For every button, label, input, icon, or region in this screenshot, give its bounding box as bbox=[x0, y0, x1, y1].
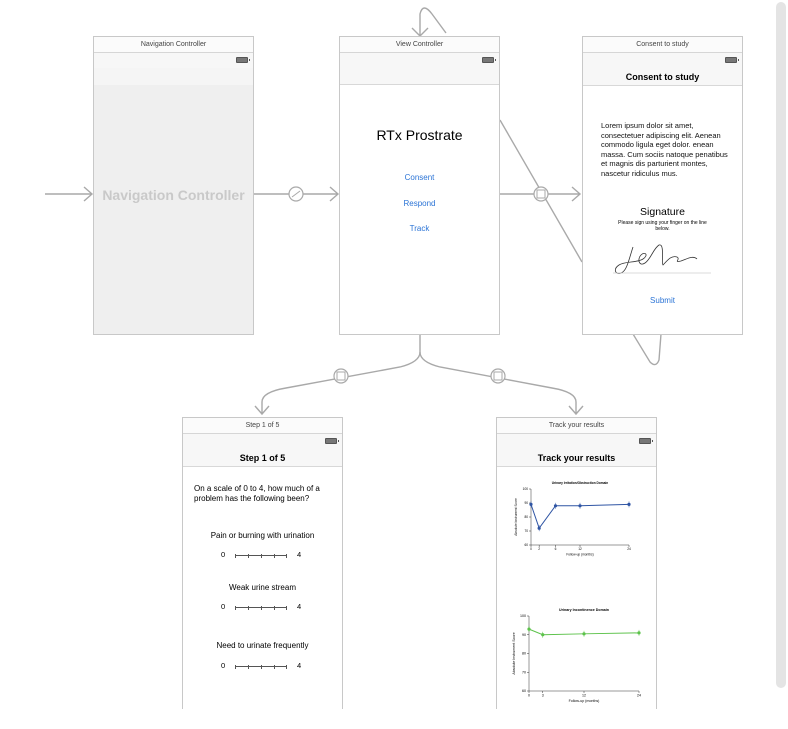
track-scene[interactable]: Track your results Track your results Ur… bbox=[496, 417, 657, 709]
status-bar bbox=[583, 53, 742, 68]
y-axis-label: Absolute Instrument Score bbox=[514, 498, 518, 536]
battery-icon bbox=[325, 438, 339, 444]
x-tick-label: 6 bbox=[555, 547, 557, 551]
vertical-scrollbar[interactable] bbox=[776, 2, 786, 688]
x-tick-label: 24 bbox=[627, 547, 631, 551]
navigation-bar bbox=[340, 68, 499, 85]
y-tick-label: 80 bbox=[524, 515, 528, 519]
navigation-bar-title: Step 1 of 5 bbox=[183, 449, 342, 467]
y-tick-label: 90 bbox=[524, 501, 528, 505]
scale-slider[interactable]: 0 4 bbox=[183, 602, 342, 612]
battery-icon bbox=[482, 57, 496, 63]
data-point bbox=[537, 526, 541, 530]
step-item-label: Need to urinate frequently bbox=[216, 641, 309, 650]
battery-icon bbox=[725, 57, 739, 63]
placeholder-area bbox=[94, 85, 253, 334]
slider-max-label: 4 bbox=[297, 661, 302, 670]
data-point bbox=[553, 504, 558, 508]
signature-hint: Please sign using your finger on the lin… bbox=[618, 220, 707, 232]
data-point bbox=[627, 502, 631, 506]
scale-slider[interactable]: 0 4 bbox=[183, 661, 342, 671]
view-controller-scene[interactable]: View Controller RTx Prostrate Consent Re… bbox=[339, 36, 500, 335]
question-text: On a scale of 0 to 4, how much of a prob… bbox=[194, 484, 320, 503]
loop-segue-top bbox=[411, 7, 447, 37]
step-scene[interactable]: Step 1 of 5 Step 1 of 5 On a scale of 0 … bbox=[182, 417, 343, 709]
app-title: RTx Prostrate bbox=[376, 127, 463, 143]
incontinence-chart: Urinary Incontinence Domain 60 70 80 90 100 0 3… bbox=[512, 608, 641, 703]
navigation-bar bbox=[94, 68, 253, 86]
scene-title: View Controller bbox=[340, 37, 499, 53]
x-axis-label: Follow-up (months) bbox=[569, 699, 600, 703]
scale-slider[interactable]: 0 4 bbox=[183, 550, 342, 560]
slider-min-label: 0 bbox=[221, 602, 226, 611]
data-point bbox=[582, 632, 586, 636]
step-item-label: Pain or burning with urination bbox=[210, 531, 315, 540]
signature-pad[interactable] bbox=[611, 237, 716, 277]
x-tick-label: 24 bbox=[637, 694, 641, 698]
scene-title: Track your results bbox=[497, 418, 656, 434]
track-segue bbox=[419, 351, 584, 416]
status-bar bbox=[94, 53, 253, 68]
x-axis-label: Follow-up (months) bbox=[566, 552, 593, 556]
data-point bbox=[578, 504, 582, 508]
y-tick-label: 70 bbox=[524, 529, 528, 533]
chart-title: Urinary Incontinence Domain bbox=[559, 608, 609, 612]
y-tick-label: 60 bbox=[524, 543, 528, 547]
slider-max-label: 4 bbox=[297, 602, 302, 611]
slider-max-label: 4 bbox=[297, 550, 302, 559]
scene-title: Step 1 of 5 bbox=[183, 418, 342, 434]
slider-min-label: 0 bbox=[221, 550, 226, 559]
y-tick-label: 90 bbox=[522, 633, 526, 637]
track-segue-icon bbox=[490, 368, 506, 384]
x-tick-label: 0 bbox=[528, 694, 530, 698]
y-tick-label: 60 bbox=[522, 689, 526, 693]
consent-button[interactable]: Consent bbox=[340, 173, 499, 182]
scene-title: Navigation Controller bbox=[94, 37, 253, 53]
navigation-bar-title: Consent to study bbox=[583, 68, 742, 86]
consent-body-text: Lorem ipsum dolor sit amet, consectetuer… bbox=[601, 121, 728, 178]
x-tick-label: 12 bbox=[582, 694, 586, 698]
x-tick-label: 0 bbox=[530, 547, 532, 551]
navigation-controller-scene[interactable]: Navigation Controller Navigation Control… bbox=[93, 36, 254, 335]
status-bar bbox=[340, 53, 499, 68]
irritation-chart: Urinary Irritation/Obstruction Domain607… bbox=[514, 481, 631, 556]
status-bar bbox=[497, 434, 656, 449]
data-point bbox=[541, 633, 545, 637]
step-item-label: Weak urine stream bbox=[229, 583, 296, 592]
track-button[interactable]: Track bbox=[340, 224, 499, 233]
entry-arrow bbox=[45, 186, 94, 202]
step-segue-icon bbox=[333, 368, 349, 384]
chart-title: Urinary Irritation/Obstruction Domain bbox=[552, 481, 609, 485]
x-tick-label: 2 bbox=[538, 547, 540, 551]
slider-min-label: 0 bbox=[221, 661, 226, 670]
y-tick-label: 80 bbox=[522, 652, 526, 656]
battery-icon bbox=[639, 438, 653, 444]
consent-scene[interactable]: Consent to study Consent to study Lorem … bbox=[582, 36, 743, 335]
x-tick-label: 12 bbox=[578, 547, 582, 551]
data-point bbox=[527, 627, 531, 631]
x-tick-label: 3 bbox=[542, 694, 544, 698]
navigation-controller-label: Navigation Controller bbox=[102, 187, 245, 203]
data-point bbox=[529, 502, 533, 506]
y-tick-label: 70 bbox=[522, 670, 526, 674]
y-tick-label: 100 bbox=[523, 487, 529, 491]
signature-title: Signature bbox=[640, 206, 685, 218]
y-tick-label: 100 bbox=[520, 614, 526, 618]
scene-title: Consent to study bbox=[583, 37, 742, 53]
respond-button[interactable]: Respond bbox=[340, 199, 499, 208]
navigation-bar-title: Track your results bbox=[497, 449, 656, 467]
submit-button[interactable]: Submit bbox=[583, 296, 742, 305]
data-point bbox=[637, 631, 641, 635]
status-bar bbox=[183, 434, 342, 449]
consent-segue-icon bbox=[533, 186, 549, 202]
battery-icon bbox=[236, 57, 250, 63]
y-axis-label: Absolute Instrument Score bbox=[512, 632, 516, 674]
